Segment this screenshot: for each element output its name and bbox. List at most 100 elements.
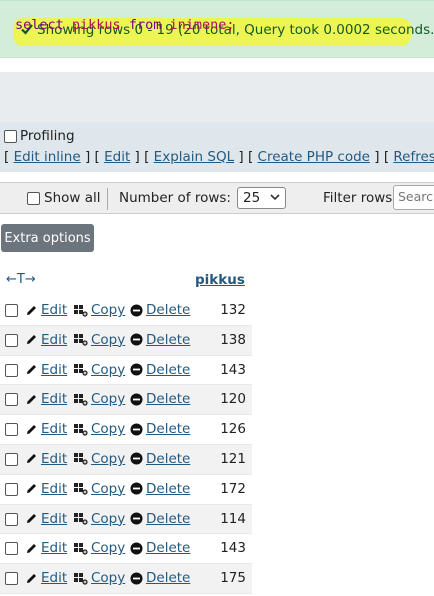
show-all-toggle[interactable]: Show all [27, 190, 101, 206]
pencil-icon [25, 393, 38, 406]
sql-keyword-select: select [15, 17, 64, 33]
explain-sql-link[interactable]: Explain SQL [154, 149, 234, 165]
delete-label: Delete [146, 331, 191, 348]
copy-row-button[interactable]: Copy [73, 540, 125, 556]
delete-row-button[interactable]: Delete [130, 540, 190, 556]
profiling-toggle[interactable]: Profiling [4, 128, 75, 144]
copy-label: Copy [91, 302, 126, 318]
edit-inline-link[interactable]: Edit inline [14, 149, 81, 165]
sql-column: pikkus [71, 17, 121, 33]
delete-row-button[interactable]: Delete [130, 391, 190, 407]
cell-pikkus: 143 [220, 361, 246, 378]
copy-row-button[interactable]: Copy [73, 362, 125, 378]
row-checkbox[interactable] [5, 423, 18, 437]
edit-label: Edit [41, 331, 68, 348]
profiling-checkbox[interactable] [4, 129, 17, 143]
cell-pikkus: 172 [220, 480, 246, 497]
edit-label: Edit [41, 450, 68, 467]
delete-label: Delete [146, 391, 191, 408]
row-checkbox[interactable] [5, 572, 18, 586]
copy-row-button[interactable]: Copy [73, 451, 125, 467]
table-row: Edit Copy Delete 121 [0, 444, 252, 475]
cell-pikkus: 121 [220, 450, 246, 467]
delete-label: Delete [146, 361, 191, 378]
row-checkbox[interactable] [5, 452, 18, 466]
delete-label: Delete [146, 421, 191, 438]
row-checkbox[interactable] [5, 363, 18, 377]
delete-row-button[interactable]: Delete [130, 332, 190, 348]
refresh-link[interactable]: Refresh [393, 149, 434, 165]
copy-icon [73, 452, 88, 466]
edit-row-button[interactable]: Edit [25, 511, 67, 527]
delete-label: Delete [146, 540, 191, 557]
copy-icon [73, 572, 88, 585]
table-row: Edit Copy Delete 126 [0, 415, 252, 445]
copy-row-button[interactable]: Copy [73, 421, 125, 437]
copy-icon [73, 304, 88, 317]
row-checkbox[interactable] [5, 304, 18, 317]
delete-icon [130, 363, 143, 376]
edit-row-button[interactable]: Edit [25, 332, 67, 348]
edit-label: Edit [41, 570, 68, 587]
row-checkbox[interactable] [5, 512, 18, 526]
chevron-down-icon [270, 192, 280, 202]
table-row: Edit Copy Delete 143 [0, 534, 252, 565]
delete-label: Delete [146, 570, 191, 587]
delete-icon [130, 572, 143, 585]
extra-options-button[interactable]: Extra options [1, 224, 94, 252]
copy-row-button[interactable]: Copy [73, 391, 125, 407]
edit-row-button[interactable]: Edit [25, 362, 67, 378]
show-all-checkbox[interactable] [27, 191, 40, 205]
copy-icon [73, 333, 88, 346]
table-row: Edit Copy Delete 172 [0, 475, 252, 505]
delete-icon [130, 333, 143, 346]
edit-row-button[interactable]: Edit [25, 451, 67, 467]
row-checkbox[interactable] [5, 393, 18, 407]
edit-link[interactable]: Edit [104, 149, 130, 165]
copy-label: Copy [91, 331, 126, 348]
row-checkbox[interactable] [5, 542, 18, 556]
delete-icon [130, 452, 143, 465]
delete-icon [130, 542, 143, 555]
create-php-code-link[interactable]: Create PHP code [258, 149, 370, 165]
pencil-icon [25, 542, 38, 555]
edit-row-button[interactable]: Edit [25, 421, 67, 437]
cell-pikkus: 126 [220, 421, 246, 438]
delete-icon [130, 423, 143, 436]
edit-row-button[interactable]: Edit [25, 481, 67, 497]
table-row: Edit Copy Delete 175 [0, 564, 252, 594]
copy-row-button[interactable]: Copy [73, 302, 125, 318]
delete-row-button[interactable]: Delete [130, 511, 190, 527]
delete-row-button[interactable]: Delete [130, 570, 190, 586]
edit-row-button[interactable]: Edit [25, 391, 67, 407]
delete-row-button[interactable]: Delete [130, 481, 190, 497]
column-header-pikkus[interactable]: pikkus [195, 272, 245, 288]
edit-row-button[interactable]: Edit [25, 302, 67, 318]
edit-row-button[interactable]: Edit [25, 570, 67, 586]
pencil-icon [25, 512, 38, 525]
sql-keyword-from: from [128, 17, 162, 33]
copy-row-button[interactable]: Copy [73, 481, 125, 497]
delete-row-button[interactable]: Delete [130, 421, 190, 437]
copy-row-button[interactable]: Copy [73, 332, 125, 348]
delete-row-button[interactable]: Delete [130, 362, 190, 378]
delete-row-button[interactable]: Delete [130, 451, 190, 467]
delete-row-button[interactable]: Delete [130, 302, 190, 318]
sql-query-code: select pikkus from inimene; [15, 17, 235, 33]
number-of-rows-select[interactable]: 25 [237, 187, 286, 209]
profiling-label: Profiling [20, 128, 75, 144]
column-reorder-arrows[interactable]: ←T→ [6, 272, 36, 287]
edit-row-button[interactable]: Edit [25, 540, 67, 556]
edit-label: Edit [41, 361, 68, 378]
copy-row-button[interactable]: Copy [73, 570, 125, 586]
copy-icon [73, 363, 88, 376]
pencil-icon [25, 333, 38, 346]
delete-icon [130, 304, 143, 317]
table-row: Edit Copy Delete 138 [0, 325, 252, 356]
delete-label: Delete [146, 480, 191, 497]
filter-rows-label: Filter rows: [323, 190, 397, 206]
copy-row-button[interactable]: Copy [73, 511, 125, 527]
row-checkbox[interactable] [5, 482, 18, 496]
row-checkbox[interactable] [5, 333, 18, 347]
filter-rows-input[interactable]: Search this table [393, 185, 434, 210]
